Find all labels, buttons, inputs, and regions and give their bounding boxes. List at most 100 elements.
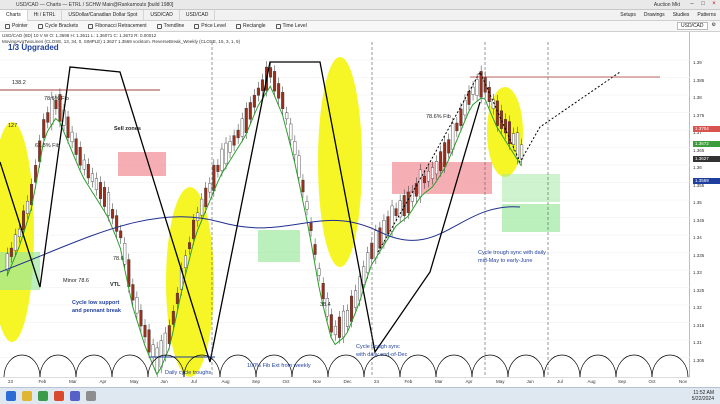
cycle-arc [363,354,401,378]
candle-body [463,99,467,116]
fib-384-label: 38.4 [320,302,331,308]
time-level-icon [275,23,281,29]
cycle-arc [579,354,617,378]
candle-body [204,187,208,208]
candle-body [26,201,30,214]
studies-button[interactable]: Studies [673,12,690,18]
candle-body [333,325,337,336]
candle-body [151,344,155,357]
cycle-arc [3,354,41,378]
month-tick: Apr [99,379,107,384]
price-tick: 1.325 [693,287,705,293]
fib-618-label: 61.8% Fib [35,143,60,149]
drawings-button[interactable]: Drawings [644,12,665,18]
browser-icon[interactable] [54,391,64,401]
candle-body [366,252,370,273]
settings-icon[interactable] [86,391,96,401]
cycle-arc [39,354,77,378]
month-tick: Feb [38,379,47,384]
start-icon[interactable] [6,391,16,401]
tab-instrument[interactable]: USDollar/Canadian Dollar Spot [62,9,145,21]
tool-fibonacci[interactable]: Fibonacci Retracement [83,23,151,29]
app-icon[interactable] [38,391,48,401]
candle-body [427,171,431,182]
tab-symbol-2[interactable]: USD/CAD [180,9,216,21]
tool-pointer[interactable]: Pointer [0,23,33,29]
candle-body [386,216,390,234]
candle-body [297,155,301,178]
candle-body [451,123,455,150]
tool-time-level[interactable]: Time Level [271,23,312,29]
candle-body [17,228,21,238]
price-chart[interactable] [0,32,690,379]
fib-127-label: 127 [8,123,18,129]
candle-body [350,295,354,322]
candle-body [188,242,192,249]
symbol-select[interactable]: USD/CAD [677,22,708,30]
tool-price-level[interactable]: Price Level [189,23,231,29]
candle-body [78,147,82,166]
candle-body [167,325,171,344]
price-tick: 1.315 [693,322,705,328]
candle-body [94,178,98,190]
tab-watchlist[interactable]: Hi / ETRL [28,9,63,21]
tool-trendline[interactable]: Trendline [152,23,190,29]
patterns-button[interactable]: Patterns [697,12,716,18]
candle-body [86,164,90,179]
candle-body [471,86,475,95]
tool-cycle-brackets[interactable]: Cycle Brackets [33,23,83,29]
candle-body [115,215,119,232]
month-tick: Oct [648,379,656,384]
candle-body [82,159,86,170]
tab-symbol-1[interactable]: USD/CAD [144,9,180,21]
minimize-icon[interactable]: – [688,1,696,8]
candle-body [13,234,17,251]
candle-body [131,284,135,301]
os-taskbar: 11:52 AM 5/22/2024 [0,387,720,404]
price-scale[interactable]: 1.39 1.385 1.38 1.375 1.37 1.365 1.36 1.355 1.35… [690,32,720,377]
window-titlebar: USD/CAD — Charts — ETRL / SCHW Main@Rank… [0,0,720,10]
price-tag: 1.3627 [693,156,720,162]
candle-body [309,222,313,231]
daily-cycle-troughs-label: Daily cycle troughs [165,370,212,376]
candle-body [119,230,123,239]
fib-786-mid-label: 78.6 [113,256,124,262]
candle-body [192,219,196,240]
folder-icon[interactable] [22,391,32,401]
maximize-icon[interactable]: □ [699,1,707,8]
chart-heading: 1/3 Upgraded [8,43,59,52]
month-tick: Nov [679,379,688,384]
candle-body [155,347,159,373]
candle-body [422,175,426,184]
candle-body [467,91,471,105]
candle-body [46,112,50,123]
candle-body [431,167,435,179]
candle-body [329,314,333,333]
tool-rectangle[interactable]: Rectangle [231,23,271,29]
candle-body [98,182,102,199]
candle-body [5,253,9,271]
tab-charts[interactable]: Charts [0,9,28,21]
platform-icon[interactable] [70,391,80,401]
setups-button[interactable]: Setups [620,12,636,18]
time-axis[interactable]: 23 Feb Mar Apr May Jun Jul Aug Sep Oct Nov Dec 24 Feb… [0,377,690,386]
candle-body [216,164,220,172]
candle-body [22,210,26,231]
minor-786-label: Minor 78.6 [63,278,89,284]
price-tick: 1.32 [693,305,702,310]
month-tick: May [496,379,505,384]
candle-body [455,122,459,132]
month-tick: Nov [313,379,322,384]
candle-body [503,119,507,134]
chart-canvas[interactable] [0,32,690,379]
candle-body [143,324,147,338]
candle-body [208,183,212,193]
candle-body [443,142,447,168]
month-tick: Mar [435,379,443,384]
candle-body [382,220,386,243]
sell-zone [118,152,166,176]
gear-icon[interactable]: ⚙ [712,22,716,30]
candle-body [123,243,127,265]
candle-body [321,283,325,300]
close-icon[interactable]: × [710,1,718,8]
